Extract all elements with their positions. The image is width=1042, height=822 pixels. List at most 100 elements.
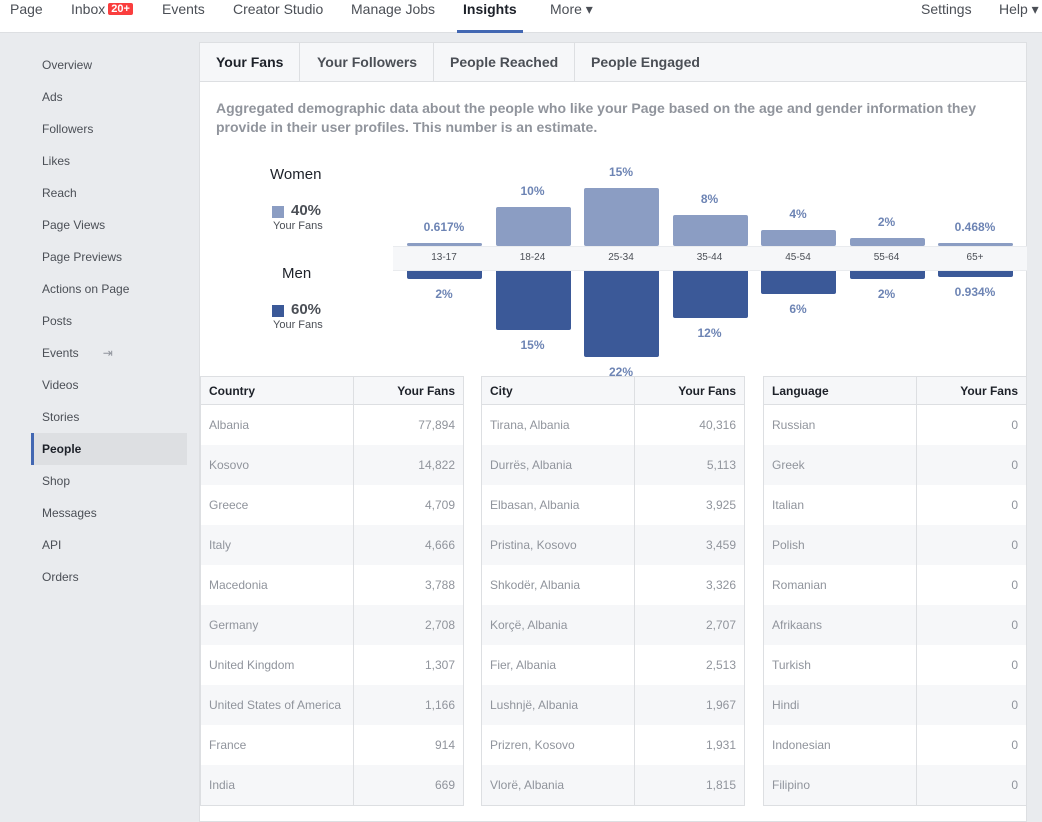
nav-events[interactable]: Events xyxy=(162,0,205,33)
column-header[interactable]: Your Fans xyxy=(635,377,744,404)
tab-your-followers[interactable]: Your Followers xyxy=(301,43,435,82)
label-men: 15% xyxy=(520,337,545,352)
sidebar-item-actions-on-page[interactable]: Actions on Page xyxy=(31,273,187,305)
cell-name: Durrës, Albania xyxy=(482,445,635,485)
label-men: 12% xyxy=(697,325,722,340)
legend-men-pct: 60% xyxy=(291,301,322,318)
cell-name: Greece xyxy=(201,485,354,525)
table-row: Elbasan, Albania 3,925 xyxy=(482,485,744,525)
nav-creator-studio[interactable]: Creator Studio xyxy=(233,0,323,33)
nav-settings[interactable]: Settings xyxy=(921,0,972,33)
tab-people-engaged[interactable]: People Engaged xyxy=(575,43,716,82)
sidebar-item-posts[interactable]: Posts xyxy=(31,305,187,337)
nav-page[interactable]: Page xyxy=(10,0,43,33)
column-header[interactable]: Your Fans xyxy=(917,377,1026,404)
label-women: 4% xyxy=(789,207,807,222)
nav-label: Page xyxy=(10,1,43,17)
sidebar-item-shop[interactable]: Shop xyxy=(31,465,187,497)
age-category-label: 55-64 xyxy=(873,252,900,263)
age-category-label: 25-34 xyxy=(608,252,634,263)
table-row: Polish 0 xyxy=(764,525,1026,565)
cell-fans: 5,113 xyxy=(706,458,736,472)
cell-name: Italy xyxy=(201,525,354,565)
tab-your-fans[interactable]: Your Fans xyxy=(200,43,301,82)
label-women: 0.617% xyxy=(423,220,465,234)
table-row: Indonesian 0 xyxy=(764,725,1026,765)
cell-name: Hindi xyxy=(764,685,917,725)
table-row: Italian 0 xyxy=(764,485,1026,525)
tab-people-reached[interactable]: People Reached xyxy=(434,43,576,82)
sidebar-item-label: Page Previews xyxy=(42,250,123,264)
label-women: 2% xyxy=(877,215,896,230)
column-header[interactable]: Country xyxy=(201,377,354,404)
sidebar-item-overview[interactable]: Overview xyxy=(31,49,187,81)
table-row: Kosovo 14,822 xyxy=(201,445,463,485)
cell-fans: 2,707 xyxy=(705,618,736,632)
cell-name: United States of America xyxy=(201,685,354,725)
nav-label: Inbox xyxy=(71,1,106,17)
sidebar-item-api[interactable]: API xyxy=(31,529,187,561)
bar-women xyxy=(672,214,748,246)
cell-fans: 3,788 xyxy=(424,578,455,592)
cell-name: Prizren, Kosovo xyxy=(482,725,635,765)
bar-women xyxy=(761,230,836,246)
cell-fans: 2,708 xyxy=(424,618,455,632)
nav-manage-jobs[interactable]: Manage Jobs xyxy=(351,0,435,33)
nav-insights[interactable]: Insights xyxy=(457,0,523,33)
cell-fans: 4,709 xyxy=(424,498,455,512)
nav-inbox[interactable]: Inbox 20+ xyxy=(71,0,133,33)
label-women: 8% xyxy=(700,191,719,206)
table-row: Shkodër, Albania 3,326 xyxy=(482,565,744,605)
cell-fans: 40,316 xyxy=(699,418,736,432)
table-row: India 669 xyxy=(201,765,463,805)
cell-fans: 669 xyxy=(434,778,455,792)
cell-name: Albania xyxy=(201,405,354,445)
cell-name: Fier, Albania xyxy=(482,645,635,685)
age-category-label: 13-17 xyxy=(431,252,457,263)
sidebar-item-page-views[interactable]: Page Views xyxy=(31,209,187,241)
label-women: 15% xyxy=(608,164,634,179)
age-category-label: 65+ xyxy=(966,252,984,263)
cell-fans: 0 xyxy=(1011,618,1018,632)
column-header[interactable]: Your Fans xyxy=(354,377,463,404)
column-header[interactable]: Language xyxy=(764,377,917,404)
column-header[interactable]: City xyxy=(482,377,635,404)
sidebar-item-people[interactable]: People xyxy=(31,433,187,465)
bar-women xyxy=(495,207,571,246)
cell-fans: 2,513 xyxy=(705,658,736,672)
cell-name: Tirana, Albania xyxy=(482,405,635,445)
sidebar-item-messages[interactable]: Messages xyxy=(31,497,187,529)
label-men: 6% xyxy=(789,302,807,317)
table-row: United Kingdom 1,307 xyxy=(201,645,463,685)
sidebar-item-followers[interactable]: Followers xyxy=(31,113,187,145)
cell-fans: 14,822 xyxy=(418,458,455,472)
tab-bar: Your Fans Your Followers People Reached … xyxy=(200,43,1026,82)
sidebar-item-events[interactable]: Events ⇥ xyxy=(31,337,187,369)
table-header: Language Your Fans xyxy=(764,376,1026,405)
sidebar-item-orders[interactable]: Orders xyxy=(31,561,187,593)
sidebar-item-label: API xyxy=(42,538,62,552)
sidebar-item-videos[interactable]: Videos xyxy=(31,369,187,401)
sidebar-item-label: Posts xyxy=(42,314,73,328)
cell-name: France xyxy=(201,725,354,765)
sidebar-item-likes[interactable]: Likes xyxy=(31,145,187,177)
nav-more[interactable]: More ▾ xyxy=(550,0,593,33)
table-row: Greece 4,709 xyxy=(201,485,463,525)
bar-men xyxy=(761,269,836,295)
table-row: Vlorë, Albania 1,815 xyxy=(482,765,744,805)
sidebar-item-stories[interactable]: Stories xyxy=(31,401,187,433)
description: Aggregated demographic data about the pe… xyxy=(216,100,976,135)
top-navigation: Page Inbox 20+ Events Creator Studio Mana… xyxy=(0,0,1042,33)
sidebar-item-page-previews[interactable]: Page Previews xyxy=(31,241,187,273)
table-row: Germany 2,708 xyxy=(201,605,463,645)
label-men: 2% xyxy=(877,286,896,301)
nav-help[interactable]: Help ▾ xyxy=(999,0,1039,33)
sidebar-item-label: Ads xyxy=(42,90,63,104)
cell-name: Italian xyxy=(764,485,917,525)
age-category-label: 18-24 xyxy=(519,252,546,263)
cell-fans: 0 xyxy=(1011,778,1018,792)
sidebar-item-reach[interactable]: Reach xyxy=(31,177,187,209)
sidebar-item-ads[interactable]: Ads xyxy=(31,81,187,113)
cell-fans: 0 xyxy=(1011,738,1018,752)
cell-fans: 0 xyxy=(1011,578,1018,592)
